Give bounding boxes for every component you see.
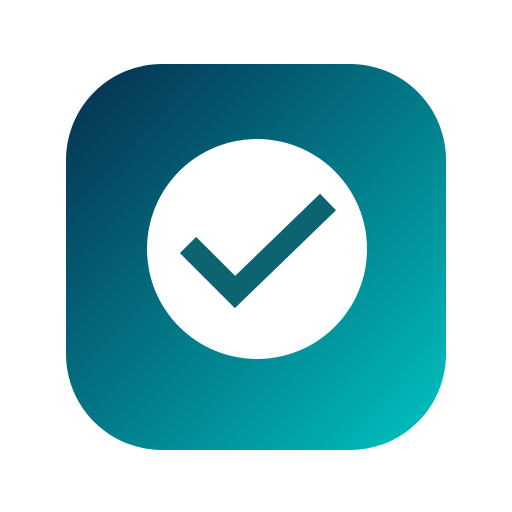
checkmark-app-icon <box>66 64 446 450</box>
check-circle <box>147 139 367 359</box>
app-icon-graphic <box>66 64 446 450</box>
canvas <box>0 0 512 512</box>
